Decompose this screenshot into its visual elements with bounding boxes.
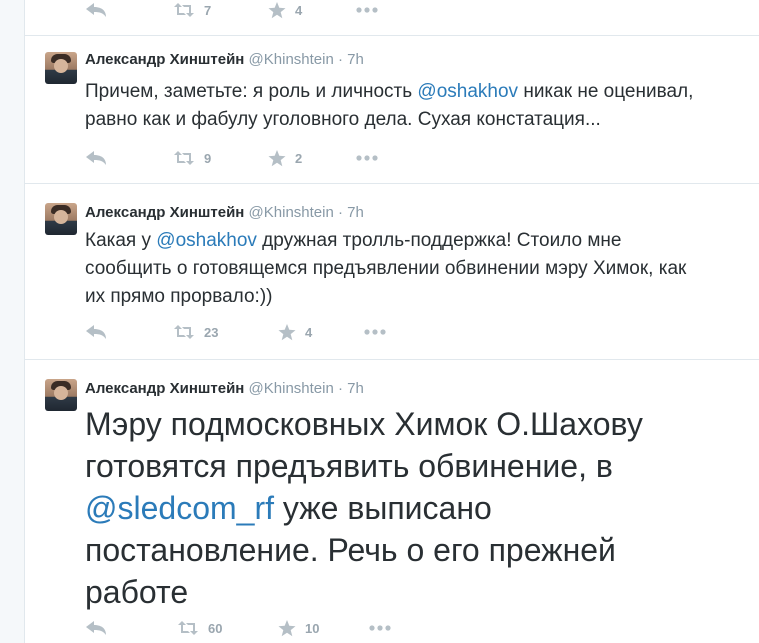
reply-button[interactable] [85,322,107,342]
reply-button[interactable] [85,618,107,638]
reply-icon [86,325,106,339]
retweet-count: 7 [204,2,212,18]
favorite-count: 4 [295,2,303,18]
retweet-icon [174,325,194,339]
favorite-count: 10 [305,620,320,636]
tweet-header: Александр Хинштейн @Khinshtein · 7h [85,51,364,68]
tweet-time[interactable]: 7h [347,380,364,397]
tweet[interactable]: 7 4 [25,0,759,36]
author-handle[interactable]: @Khinshtein [249,204,334,221]
retweet-icon [174,3,194,17]
tweet-text: Причем, заметьте: я роль и личность @osh… [85,81,694,130]
more-button[interactable] [368,618,392,638]
separator-dot: · [337,204,343,221]
tweet[interactable]: Александр Хинштейн @Khinshtein · 7h Кака… [25,184,759,360]
avatar[interactable] [45,52,77,84]
author-name[interactable]: Александр Хинштейн [85,204,244,221]
retweet-button[interactable]: 60 [177,618,222,638]
favorite-icon [268,149,286,166]
tweet-header: Александр Хинштейн @Khinshtein · 7h [85,204,364,221]
mention-link[interactable]: @oshakhov [156,230,257,251]
avatar[interactable] [45,203,77,235]
separator-dot: · [337,51,343,68]
author-name[interactable]: Александр Хинштейн [85,380,244,397]
tweet-time[interactable]: 7h [347,204,364,221]
favorite-icon [278,619,296,636]
retweet-button[interactable]: 9 [173,148,211,168]
reply-icon [86,621,106,635]
retweet-icon [174,151,194,165]
reply-button[interactable] [85,0,107,20]
retweet-count: 9 [204,150,212,166]
more-button[interactable] [363,322,387,342]
timeline: 7 4 Александр Хинштейн @Khinshtein · 7h … [24,0,759,643]
retweet-button[interactable]: 7 [173,0,211,20]
more-icon [356,7,378,13]
more-button[interactable] [355,148,379,168]
tweet[interactable]: Александр Хинштейн @Khinshtein · 7h Мэру… [25,360,759,643]
favorite-button[interactable]: 10 [278,618,319,638]
retweet-icon [178,621,198,635]
tweet-time[interactable]: 7h [347,51,364,68]
favorite-count: 4 [305,324,313,340]
retweet-count: 23 [204,324,219,340]
separator-dot: · [337,380,343,397]
favorite-button[interactable]: 4 [268,0,302,20]
reply-button[interactable] [85,148,107,168]
avatar[interactable] [45,379,77,411]
favorite-count: 2 [295,150,303,166]
more-button[interactable] [355,0,379,20]
more-icon [369,625,391,631]
favorite-button[interactable]: 2 [268,148,302,168]
more-icon [364,329,386,335]
tweet-header: Александр Хинштейн @Khinshtein · 7h [85,380,364,397]
author-name[interactable]: Александр Хинштейн [85,51,244,68]
favorite-icon [278,323,296,340]
more-icon [356,155,378,161]
reply-icon [86,3,106,17]
tweet-text: Какая у @oshakhov дружная тролль-поддерж… [85,230,687,307]
retweet-button[interactable]: 23 [173,322,218,342]
retweet-count: 60 [208,620,223,636]
tweet-text: Мэру подмосковных Химок О.Шахову готовят… [85,406,643,610]
favorite-button[interactable]: 4 [278,322,312,342]
author-handle[interactable]: @Khinshtein [249,380,334,397]
favorite-icon [268,1,286,18]
reply-icon [86,151,106,165]
mention-link[interactable]: @oshakhov [417,81,518,102]
author-handle[interactable]: @Khinshtein [249,51,334,68]
tweet[interactable]: Александр Хинштейн @Khinshtein · 7h Прич… [25,36,759,184]
mention-link[interactable]: @sledcom_rf [85,490,274,526]
